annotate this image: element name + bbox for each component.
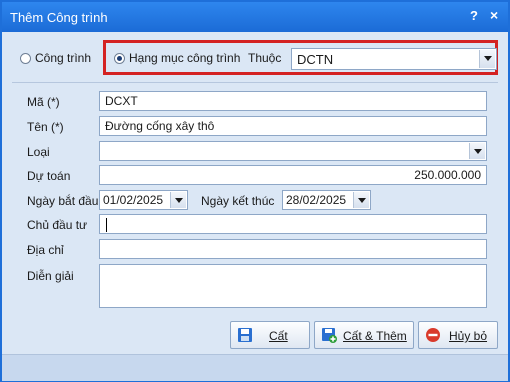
du-toan-label: Dự toán bbox=[27, 169, 71, 183]
cancel-icon bbox=[426, 328, 440, 342]
save-add-icon bbox=[322, 328, 337, 343]
text-cursor bbox=[106, 218, 107, 232]
cancel-button[interactable]: Hủy bỏ bbox=[418, 321, 498, 349]
ten-label: Tên (*) bbox=[27, 120, 64, 134]
thuoc-dropdown-icon[interactable] bbox=[479, 50, 495, 68]
dia-chi-input[interactable] bbox=[99, 239, 487, 259]
dien-giai-label: Diễn giải bbox=[27, 269, 74, 283]
ngay-ket-thuc-input[interactable]: 28/02/2025 bbox=[282, 190, 371, 210]
help-button[interactable]: ? bbox=[470, 8, 478, 23]
separator bbox=[12, 82, 498, 83]
dien-giai-textarea[interactable] bbox=[99, 264, 487, 308]
ma-input[interactable]: DCXT bbox=[99, 91, 487, 111]
save-button[interactable]: Cất bbox=[230, 321, 310, 349]
save-button-label: Cất bbox=[269, 329, 288, 343]
ten-value: Đường cống xây thô bbox=[105, 119, 215, 133]
loai-label: Loại bbox=[27, 145, 50, 159]
ma-value: DCXT bbox=[105, 94, 138, 108]
dialog-window: Thêm Công trình ? × Công trình Hạng mục … bbox=[0, 0, 510, 382]
loai-select[interactable] bbox=[99, 141, 487, 161]
radio-cong-trinh-label[interactable]: Công trình bbox=[35, 51, 91, 65]
ngay-bat-dau-label: Ngày bắt đầu bbox=[27, 194, 99, 208]
du-toan-input[interactable]: 250.000.000 bbox=[99, 165, 487, 185]
calendar-dropdown-icon[interactable] bbox=[353, 192, 369, 208]
save-add-button[interactable]: Cất & Thêm bbox=[314, 321, 414, 349]
title-bar[interactable]: Thêm Công trình ? × bbox=[2, 2, 508, 32]
ten-input[interactable]: Đường cống xây thô bbox=[99, 116, 487, 136]
radio-cong-trinh[interactable] bbox=[20, 53, 31, 64]
save-icon bbox=[238, 328, 252, 342]
chu-dau-tu-input[interactable] bbox=[99, 214, 487, 234]
cancel-button-label: Hủy bỏ bbox=[449, 329, 488, 343]
thuoc-value: DCTN bbox=[297, 52, 334, 67]
ngay-bat-dau-value: 01/02/2025 bbox=[103, 193, 164, 207]
calendar-dropdown-icon[interactable] bbox=[170, 192, 186, 208]
ma-label: Mã (*) bbox=[27, 95, 60, 109]
loai-dropdown-icon[interactable] bbox=[469, 143, 485, 159]
close-button[interactable]: × bbox=[490, 7, 498, 23]
radio-hang-muc-label[interactable]: Hạng mục công trình bbox=[129, 51, 240, 65]
radio-hang-muc[interactable] bbox=[114, 53, 125, 64]
status-bar bbox=[2, 354, 508, 381]
ngay-bat-dau-input[interactable]: 01/02/2025 bbox=[99, 190, 188, 210]
window-title: Thêm Công trình bbox=[10, 10, 108, 25]
thuoc-select[interactable]: DCTN bbox=[291, 48, 497, 70]
du-toan-value: 250.000.000 bbox=[414, 168, 481, 182]
ngay-ket-thuc-value: 28/02/2025 bbox=[286, 193, 347, 207]
ngay-ket-thuc-label: Ngày kết thúc bbox=[201, 194, 275, 208]
chu-dau-tu-label: Chủ đầu tư bbox=[27, 218, 88, 232]
thuoc-label: Thuộc bbox=[248, 51, 282, 65]
dia-chi-label: Địa chỉ bbox=[27, 243, 64, 257]
save-add-button-label: Cất & Thêm bbox=[343, 329, 407, 343]
